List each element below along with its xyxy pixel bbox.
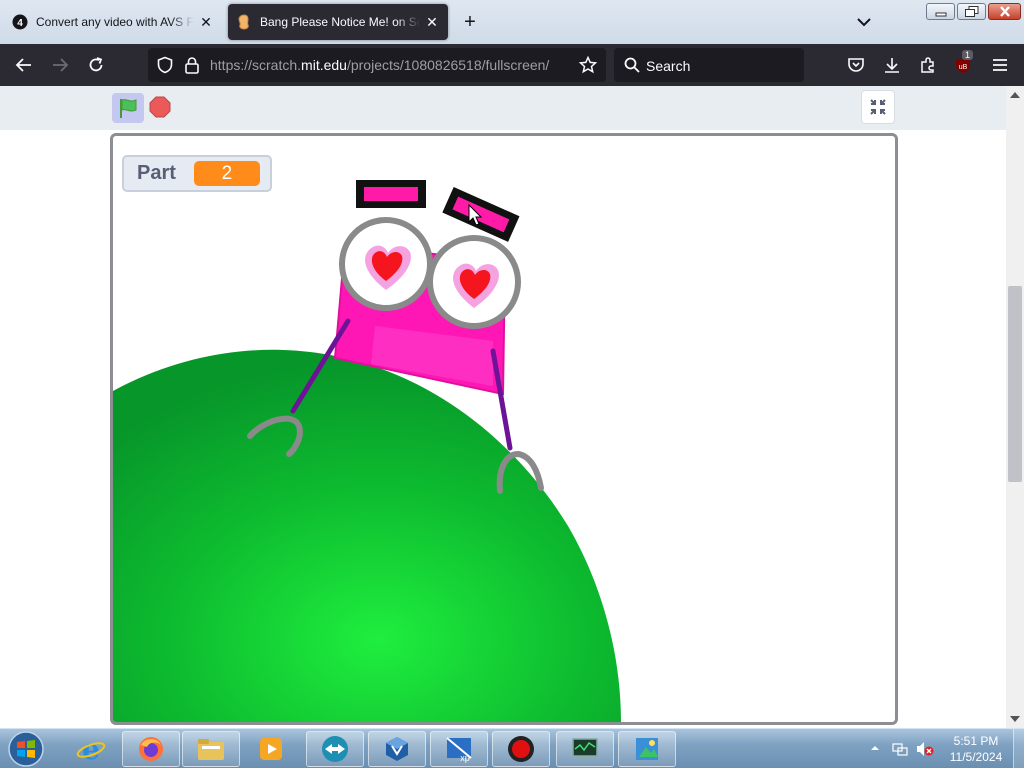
- extensions-button[interactable]: [916, 53, 940, 77]
- file-explorer-icon: [198, 739, 224, 760]
- system-monitor-icon: [572, 738, 598, 760]
- scrollbar-thumb[interactable]: [1008, 286, 1022, 482]
- taskbar-internet-explorer[interactable]: e: [62, 731, 120, 767]
- svg-text:uB: uB: [959, 64, 968, 71]
- scratch-controls-bar: [0, 86, 1006, 130]
- teamviewer-icon: [322, 736, 348, 762]
- tab-avs-converter[interactable]: 4 Convert any video with AVS Free Video …: [4, 4, 222, 40]
- avs-favicon-icon: 4: [12, 14, 28, 30]
- navigation-toolbar: https://scratch.mit.edu/projects/1080826…: [0, 44, 1024, 86]
- tab-badge: 4: [17, 18, 23, 29]
- scratch-stage[interactable]: Part 2: [110, 133, 898, 725]
- green-flag-button[interactable]: [112, 93, 144, 123]
- pocket-button[interactable]: [844, 53, 868, 77]
- url-text[interactable]: https://scratch.mit.edu/projects/1080826…: [210, 57, 549, 73]
- tab-bar: 4 Convert any video with AVS Free Video …: [0, 0, 1024, 44]
- exit-fullscreen-button[interactable]: [861, 90, 895, 124]
- search-icon: [624, 57, 640, 73]
- taskbar-media-player[interactable]: [242, 731, 300, 767]
- ublock-button[interactable]: uB 1: [952, 50, 976, 77]
- svg-text:xp: xp: [460, 753, 470, 763]
- list-all-tabs-icon[interactable]: [854, 12, 874, 32]
- puzzle-piece-icon: [921, 57, 934, 73]
- menu-button[interactable]: [988, 53, 1012, 77]
- extension-badge: 1: [962, 50, 974, 60]
- minimize-icon: [935, 12, 946, 16]
- green-flag-icon: [120, 99, 137, 118]
- reload-icon: [89, 57, 103, 72]
- monitor-label: Part: [137, 162, 176, 184]
- network-icon[interactable]: [892, 741, 908, 757]
- page-content: Part 2: [0, 86, 1006, 728]
- taskbar-firefox[interactable]: [122, 731, 180, 767]
- tab-scratch-project[interactable]: Bang Please Notice Me! on Scratch ✕: [228, 4, 448, 40]
- taskbar-file-explorer[interactable]: [182, 731, 240, 767]
- forward-arrow-icon: [53, 58, 69, 72]
- close-icon: [999, 6, 1010, 17]
- forward-button[interactable]: [48, 53, 72, 77]
- taskbar-xp-mode[interactable]: xp: [430, 731, 488, 767]
- clock-date[interactable]: 11/5/2024: [944, 750, 1008, 764]
- new-tab-button[interactable]: +: [460, 12, 480, 32]
- address-bar[interactable]: https://scratch.mit.edu/projects/1080826…: [148, 48, 606, 82]
- close-tab-icon[interactable]: ✕: [424, 14, 440, 30]
- volume-muted-icon[interactable]: [916, 741, 934, 757]
- restore-window-button[interactable]: [957, 3, 986, 20]
- clock-time[interactable]: 5:51 PM: [946, 734, 1006, 748]
- url-path: /projects/1080826518/fullscreen/: [346, 57, 550, 73]
- media-player-icon: [260, 738, 282, 760]
- downloads-button[interactable]: [880, 53, 904, 77]
- show-hidden-icons-arrow-icon[interactable]: [870, 743, 880, 753]
- bookmark-star-icon[interactable]: [579, 56, 597, 74]
- firefox-icon: [139, 737, 163, 761]
- taskbar-virtualbox[interactable]: [368, 731, 426, 767]
- page-scrollbar[interactable]: [1006, 86, 1024, 728]
- back-arrow-icon: [15, 58, 31, 72]
- stage-scene: [113, 180, 621, 722]
- exit-fullscreen-icon: [870, 99, 886, 115]
- windows-taskbar: e xp 5:51 PM 11/5/2024: [0, 728, 1024, 768]
- taskbar-system-monitor[interactable]: [556, 731, 614, 767]
- restore-icon: [964, 6, 978, 17]
- tab-title: Convert any video with AVS Free Video Co…: [36, 15, 194, 29]
- minimize-window-button[interactable]: [926, 3, 955, 20]
- show-desktop-button[interactable]: [1013, 729, 1024, 768]
- close-tab-icon[interactable]: ✕: [198, 14, 214, 30]
- hamburger-menu-icon: [993, 59, 1007, 71]
- stop-sign-icon[interactable]: [149, 96, 171, 118]
- url-host: mit.edu: [301, 57, 347, 73]
- lock-icon[interactable]: [184, 56, 200, 74]
- variable-monitor-part: Part 2: [122, 155, 272, 192]
- internet-explorer-icon: e: [76, 734, 106, 764]
- screen-recorder-icon: [508, 736, 534, 762]
- tab-title: Bang Please Notice Me! on Scratch: [260, 15, 420, 29]
- monitor-value: 2: [193, 161, 260, 186]
- back-button[interactable]: [12, 53, 36, 77]
- close-window-button[interactable]: [988, 3, 1021, 20]
- shield-icon[interactable]: [156, 56, 174, 74]
- scroll-down-arrow-icon[interactable]: [1010, 716, 1020, 722]
- xp-mode-icon: xp: [446, 737, 472, 763]
- taskbar-teamviewer[interactable]: [306, 731, 364, 767]
- scratch-favicon-icon: [238, 14, 249, 30]
- image-tool-icon: [636, 738, 658, 760]
- download-icon: [885, 58, 899, 73]
- search-input[interactable]: Search: [614, 48, 804, 82]
- pocket-icon: [848, 58, 864, 72]
- system-tray: 5:51 PM 11/5/2024: [864, 729, 1024, 768]
- start-button[interactable]: [6, 730, 46, 768]
- virtualbox-icon: [386, 737, 408, 761]
- taskbar-screen-recorder[interactable]: [492, 731, 550, 767]
- green-planet: [113, 349, 621, 722]
- scroll-up-arrow-icon[interactable]: [1010, 92, 1020, 98]
- search-placeholder: Search: [646, 58, 691, 74]
- url-prefix: https://scratch.: [210, 57, 302, 73]
- svg-text:e: e: [82, 734, 100, 764]
- reload-button[interactable]: [84, 53, 108, 77]
- taskbar-image-tool[interactable]: [618, 731, 676, 767]
